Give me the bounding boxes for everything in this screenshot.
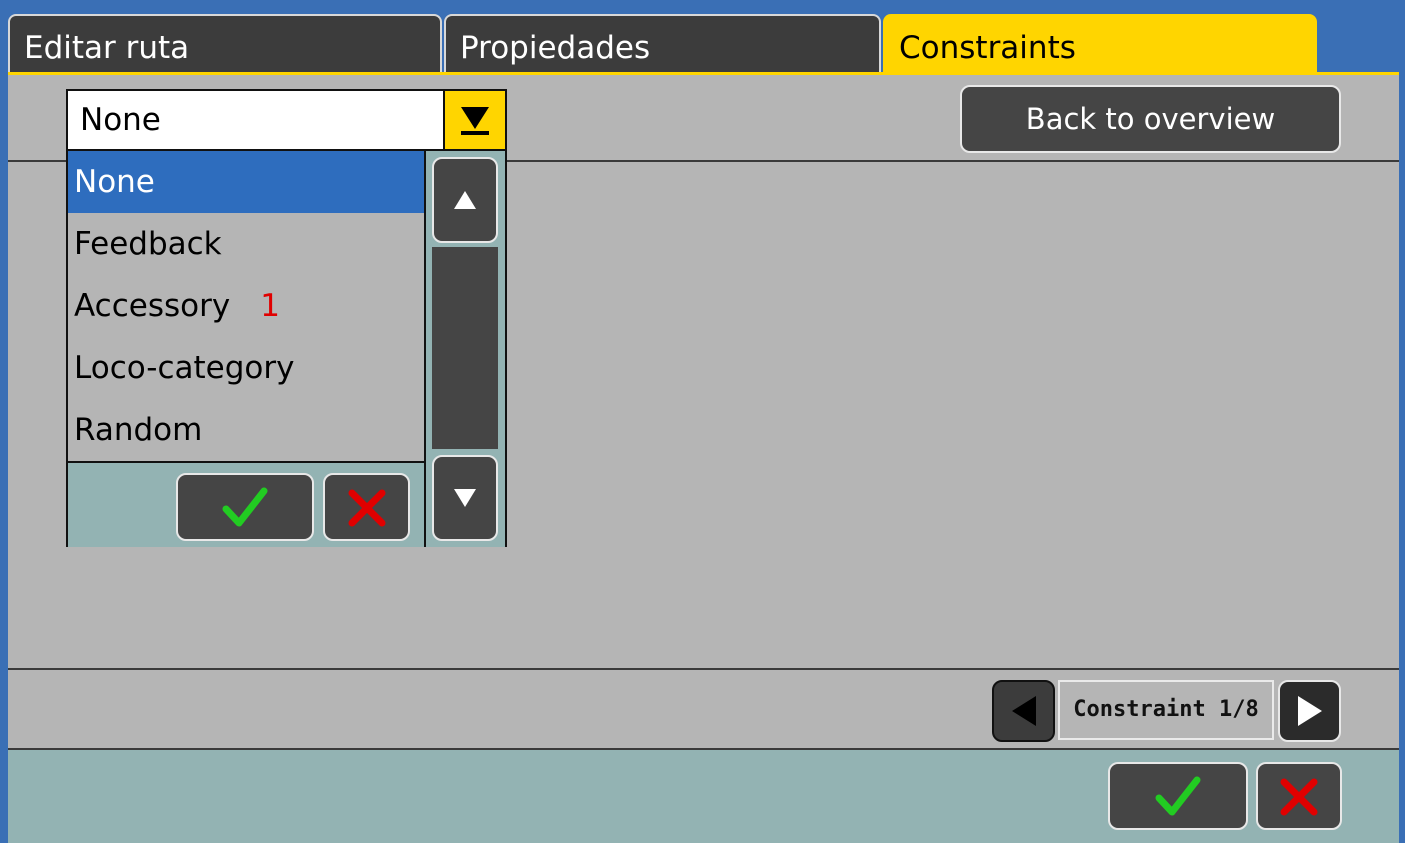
constraint-counter: Constraint 1/8 [1058,680,1274,740]
select-value: None [80,102,161,138]
confirm-button[interactable] [1108,762,1248,830]
option-label: Random [74,412,203,448]
scroll-track[interactable] [432,247,498,449]
dropdown-list: None Feedback Accessory 1 Loco-category R… [66,149,507,547]
triangle-right-icon [1297,696,1322,726]
tab-propiedades[interactable]: Propiedades [444,14,881,74]
cross-icon [1280,778,1318,816]
divider [8,668,1399,670]
dropdown-scrollbar[interactable] [424,151,505,547]
checkmark-icon [1155,776,1201,816]
option-label: Feedback [74,226,222,262]
tab-editar-ruta[interactable]: Editar ruta [8,14,442,74]
dropdown-cancel-button[interactable] [323,473,410,541]
triangle-down-icon [454,489,476,507]
dropdown-footer [68,461,424,547]
tab-constraints[interactable]: Constraints [883,14,1317,74]
dropdown-confirm-button[interactable] [176,473,314,541]
triangle-down-icon [461,107,489,135]
count-badge: 1 [260,288,280,324]
previous-constraint-button[interactable] [992,680,1055,742]
back-to-overview-button[interactable]: Back to overview [960,85,1341,153]
back-to-overview-label: Back to overview [1025,102,1276,136]
triangle-left-icon [1011,696,1036,726]
option-none[interactable]: None [68,151,424,213]
tab-label: Editar ruta [24,30,190,66]
option-feedback[interactable]: Feedback [68,213,424,275]
tab-label: Constraints [899,30,1076,66]
scroll-up-button[interactable] [432,157,498,243]
option-label: None [74,164,155,200]
option-label: Loco-category [74,350,295,386]
option-loco-category[interactable]: Loco-category [68,337,424,399]
option-accessory[interactable]: Accessory 1 [68,275,424,337]
scroll-down-button[interactable] [432,455,498,541]
dropdown-toggle-button[interactable] [443,91,505,149]
option-random[interactable]: Random [68,399,424,461]
checkmark-icon [222,487,268,527]
next-constraint-button[interactable] [1278,680,1341,742]
option-label: Accessory [74,288,231,324]
triangle-up-icon [454,191,476,209]
cancel-button[interactable] [1256,762,1342,830]
option-list: None Feedback Accessory 1 Loco-category R… [68,151,424,461]
tab-bar: Editar ruta Propiedades Constraints [0,0,1405,74]
constraint-type-select[interactable]: None [66,89,507,151]
cross-icon [348,489,385,527]
tab-label: Propiedades [460,30,651,66]
